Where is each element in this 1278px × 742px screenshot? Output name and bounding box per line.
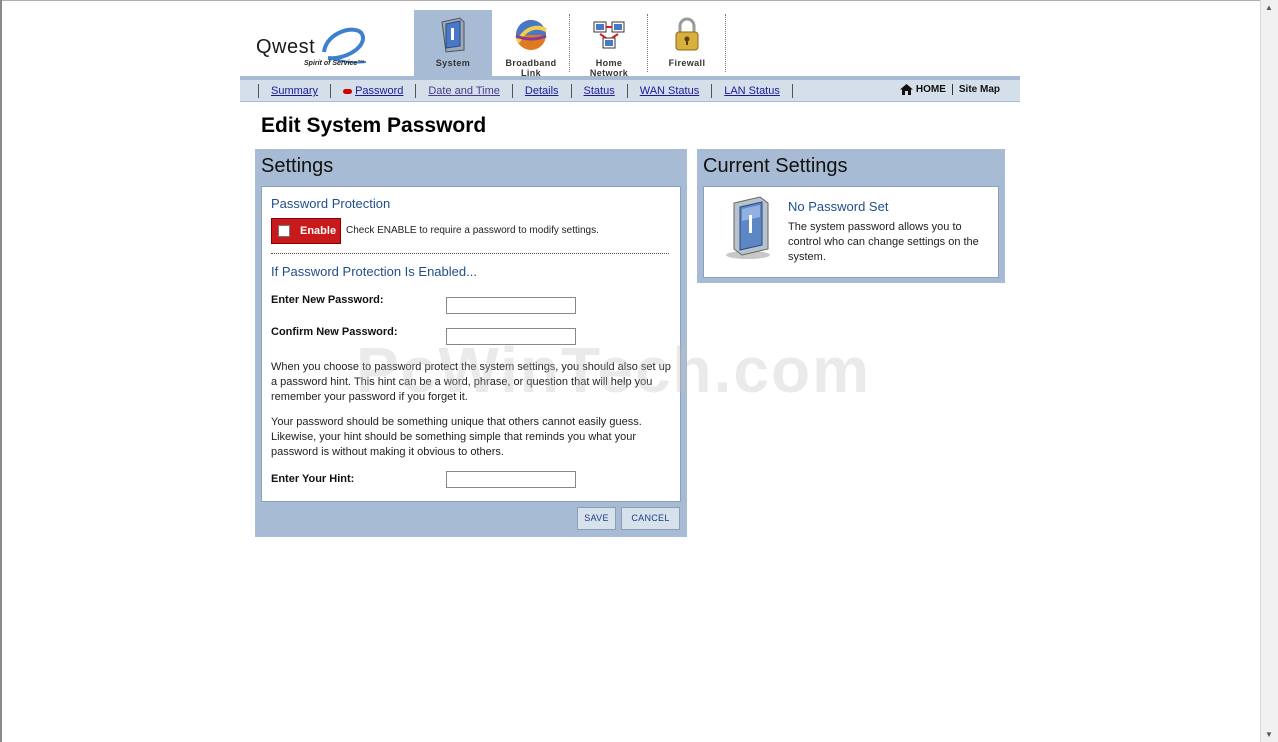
- scroll-down-icon[interactable]: ▼: [1265, 730, 1273, 739]
- nav-link-date-and-time[interactable]: Date and Time: [415, 84, 512, 98]
- page-title: Edit System Password: [261, 114, 487, 137]
- if-enabled-heading: If Password Protection Is Enabled...: [271, 264, 477, 279]
- current-settings-panel: Current Settings No Password Set The sys…: [697, 149, 1005, 283]
- enable-description: Check ENABLE to require a password to mo…: [346, 225, 599, 236]
- dotted-divider: [271, 253, 669, 254]
- current-settings-box: No Password Set The system password allo…: [703, 186, 999, 278]
- tab-label-home-network: Home Network: [589, 58, 629, 78]
- tab-label-firewall: Firewall: [668, 58, 706, 68]
- qwest-logo[interactable]: Qwest Spirit of Service™: [256, 22, 386, 82]
- cancel-button[interactable]: CANCEL: [621, 507, 680, 530]
- sub-navigation: Summary Password Date and Time Details S…: [240, 76, 1020, 102]
- sub-nav-links: Summary Password Date and Time Details S…: [258, 84, 793, 98]
- main-tabs: System Broadband Link Home Network Firew…: [414, 10, 726, 78]
- tab-divider: [725, 14, 726, 72]
- broadband-link-icon: [515, 20, 547, 50]
- confirm-password-input[interactable]: [446, 328, 576, 345]
- password-protection-heading: Password Protection: [271, 196, 391, 211]
- nav-link-summary[interactable]: Summary: [258, 84, 330, 98]
- settings-panel: Settings Password Protection Enable Chec…: [255, 149, 687, 537]
- current-settings-description: The system password allows you to contro…: [788, 221, 979, 263]
- save-button[interactable]: SAVE: [577, 507, 616, 530]
- home-link-label: HOME: [915, 84, 946, 95]
- tab-firewall[interactable]: Firewall: [648, 10, 726, 76]
- home-network-icon: [593, 21, 625, 49]
- current-settings-title: Current Settings: [703, 155, 848, 177]
- system-icon: [441, 17, 465, 53]
- window-left-border: [0, 0, 2, 742]
- confirm-password-label: Confirm New Password:: [271, 326, 398, 338]
- enable-checkbox[interactable]: [278, 225, 290, 237]
- vertical-scrollbar[interactable]: ▲ ▼: [1260, 0, 1278, 742]
- logo-wordmark: Qwest: [256, 36, 316, 58]
- hint-explanation-text: When you choose to password protect the …: [271, 361, 671, 403]
- new-password-input[interactable]: [446, 297, 576, 314]
- enable-password-toggle[interactable]: Enable: [271, 218, 341, 244]
- settings-form: Password Protection Enable Check ENABLE …: [261, 186, 681, 502]
- new-password-label: Enter New Password:: [271, 294, 384, 306]
- nav-link-details[interactable]: Details: [511, 84, 571, 98]
- current-page-marker-icon: [343, 88, 353, 94]
- nav-link-password-label: Password: [355, 85, 404, 97]
- window-top-border: [0, 0, 1278, 1]
- nav-link-lan-status[interactable]: LAN Status: [711, 84, 793, 98]
- site-map-link[interactable]: Site Map: [953, 84, 1000, 95]
- hint-input[interactable]: [446, 471, 576, 488]
- current-password-status: No Password Set: [788, 199, 889, 214]
- tab-broadband-link[interactable]: Broadband Link: [492, 10, 570, 78]
- firewall-lock-icon: [675, 17, 699, 51]
- nav-link-status[interactable]: Status: [570, 84, 627, 98]
- settings-panel-title: Settings: [261, 155, 334, 177]
- system-device-icon: [726, 196, 770, 259]
- hint-label: Enter Your Hint:: [271, 473, 355, 485]
- home-icon: [899, 84, 913, 95]
- scroll-up-icon[interactable]: ▲: [1265, 3, 1273, 12]
- tab-label-broadband-link: Broadband Link: [505, 58, 557, 78]
- tab-system[interactable]: System: [414, 10, 492, 76]
- utility-links: HOME Site Map: [899, 84, 1000, 95]
- tab-home-network[interactable]: Home Network: [570, 10, 648, 78]
- nav-link-password[interactable]: Password: [330, 84, 415, 98]
- nav-link-wan-status[interactable]: WAN Status: [626, 84, 712, 98]
- home-link[interactable]: HOME: [899, 84, 953, 95]
- logo-tagline: Spirit of Service™: [304, 60, 365, 67]
- tab-label-system: System: [435, 58, 471, 68]
- password-advice-text: Your password should be something unique…: [271, 416, 642, 458]
- enable-label: Enable: [300, 225, 337, 237]
